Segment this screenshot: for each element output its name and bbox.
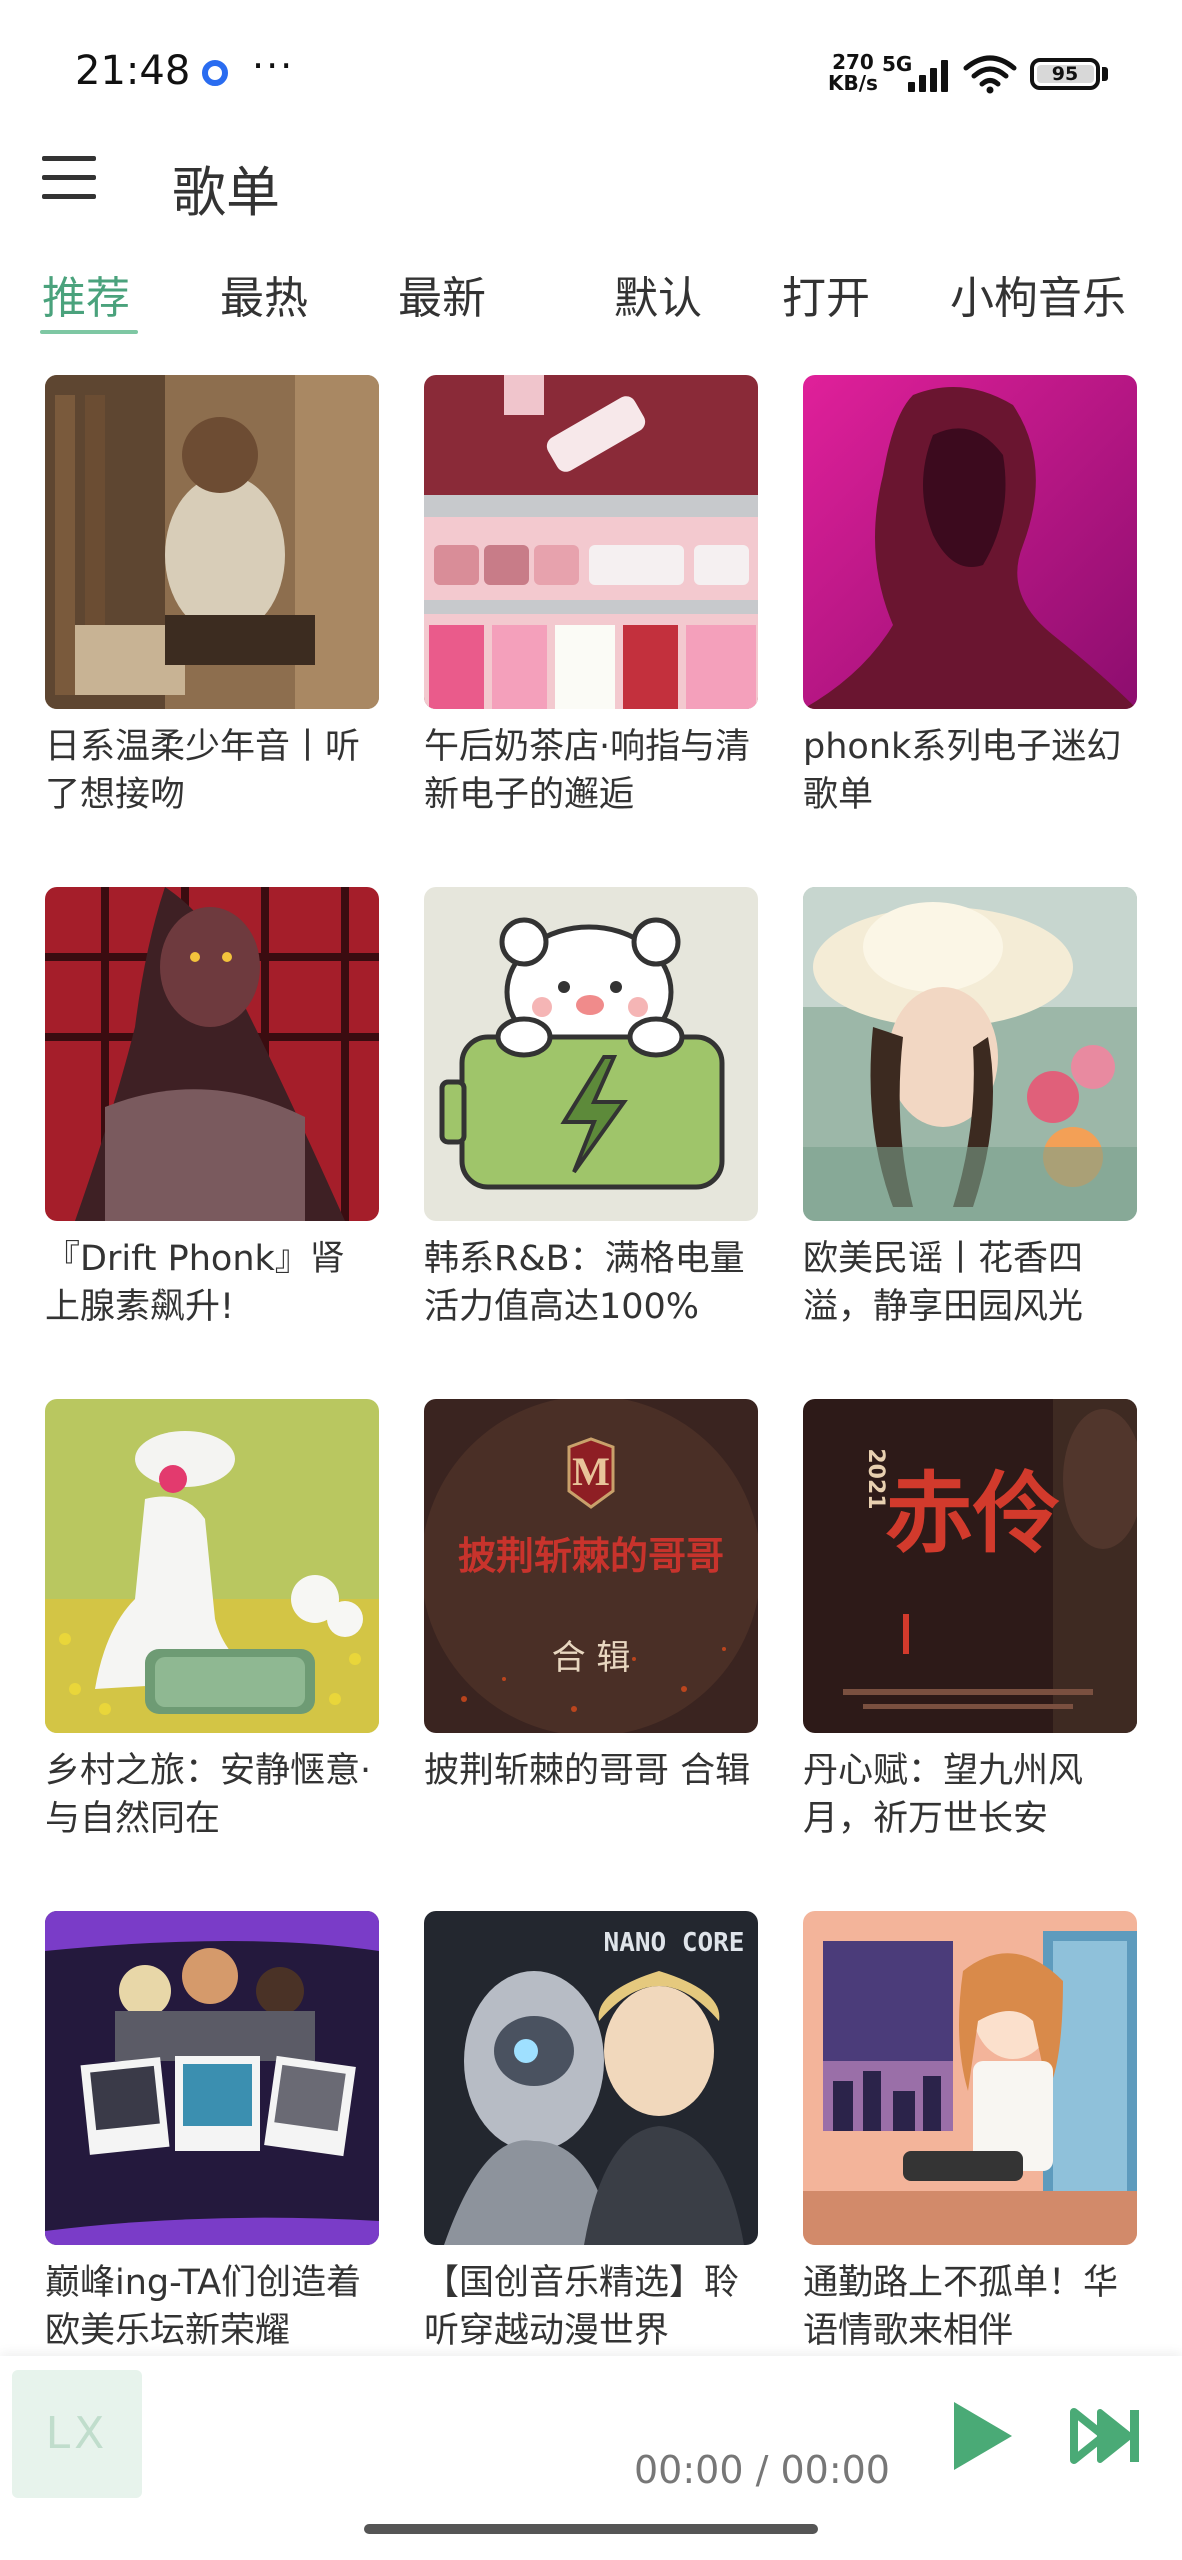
app-notification-icon (202, 60, 228, 86)
playlist-cover (45, 887, 379, 1221)
playlist-card[interactable]: 欧美民谣丨花香四溢，静享田园风光 (803, 887, 1137, 1331)
playlist-card[interactable]: 巅峰ing-TA们创造着欧美乐坛新荣耀 (45, 1911, 379, 2355)
battery-icon: 95 (1030, 58, 1100, 90)
battery-level: 95 (1051, 63, 1079, 85)
status-time: 21:48 (75, 48, 191, 94)
playlist-title: 韩系R&B：满格电量 活力值高达100% (424, 1239, 745, 1327)
playlist-title: 【国创音乐精选】聆听穿越动漫世界 (424, 2263, 740, 2351)
playlist-cover (803, 1911, 1137, 2245)
page-title: 歌单 (172, 161, 280, 224)
playlist-title: 丹心赋：望九州风月，祈万世长安 (803, 1751, 1084, 1839)
playlist-card[interactable]: 日系温柔少年音丨听了想接吻 (45, 375, 379, 819)
skip-next-icon[interactable] (1068, 2400, 1144, 2472)
playlist-card[interactable]: phonk系列电子迷幻歌单 (803, 375, 1137, 819)
playlist-title: 通勤路上不孤单！华语情歌来相伴 (803, 2263, 1119, 2351)
playlist-cover: NANO CORE (424, 1911, 758, 2245)
playlist-cover (424, 375, 758, 709)
playlist-cover (803, 887, 1137, 1221)
network-speed: 270 KB/s (828, 52, 878, 94)
playlist-card[interactable]: 午后奶茶店·响指与清新电子的邂逅 (424, 375, 758, 819)
playlist-title: 乡村之旅：安静惬意·与自然同在 (45, 1751, 372, 1839)
player-logo[interactable]: LX (12, 2370, 142, 2498)
cover-nano-core: NANO CORE (604, 1928, 745, 1958)
more-dots-icon: ··· (252, 44, 295, 88)
playlist-cover (45, 375, 379, 709)
playlist-cover (803, 375, 1137, 709)
playlist-card[interactable]: 韩系R&B：满格电量 活力值高达100% (424, 887, 758, 1331)
svg-text:M: M (572, 1449, 610, 1494)
cover-chixin-title: 赤伶 (885, 1461, 1061, 1565)
active-tab-indicator (40, 330, 138, 334)
tab-default[interactable]: 默认 (614, 262, 702, 326)
signal-icon (908, 60, 948, 92)
playlist-title: phonk系列电子迷幻歌单 (803, 727, 1122, 815)
playlist-title: 巅峰ing-TA们创造着欧美乐坛新荣耀 (45, 2263, 362, 2351)
cover-brothers-title: 披荆斩棘的哥哥 (458, 1534, 724, 1578)
playlist-cover: M 披荆斩棘的哥哥 合 辑 (424, 1399, 758, 1733)
playlist-title: 披荆斩棘的哥哥 合辑 (424, 1751, 751, 1791)
playlist-card[interactable]: NANO CORE 【国创音乐精选】聆听穿越动漫世界 (424, 1911, 758, 2355)
playlist-title: 日系温柔少年音丨听了想接吻 (45, 727, 361, 815)
playlist-card[interactable]: 2021 赤伶 丹心赋：望九州风月，祈万世长安 (803, 1399, 1137, 1843)
playlist-cover (45, 1399, 379, 1733)
playlist-card[interactable]: 『Drift Phonk』肾上腺素飙升! (45, 887, 379, 1331)
home-indicator[interactable] (364, 2524, 818, 2534)
tab-xiaogou-music[interactable]: 小枸音乐 (950, 262, 1126, 326)
battery-tip (1102, 67, 1108, 81)
playlist-card[interactable]: M 披荆斩棘的哥哥 合 辑 披荆斩棘的哥哥 合辑 (424, 1399, 758, 1843)
tab-open[interactable]: 打开 (782, 262, 870, 326)
tab-hottest[interactable]: 最热 (220, 262, 308, 326)
playlist-cover (424, 887, 758, 1221)
playlist-cover (45, 1911, 379, 2245)
network-speed-unit: KB/s (828, 71, 878, 95)
playlist-title: 欧美民谣丨花香四溢，静享田园风光 (803, 1239, 1084, 1327)
play-icon[interactable] (940, 2396, 1020, 2476)
hamburger-menu-icon[interactable] (42, 156, 100, 204)
tab-bar: 推荐 最热 最新 默认 打开 小枸音乐 (0, 262, 1182, 340)
playlist-cover: 2021 赤伶 (803, 1399, 1137, 1733)
status-bar: 21:48 ··· 270 KB/s 5G 95 (0, 0, 1182, 150)
tab-recommend[interactable]: 推荐 (42, 262, 130, 326)
player-time: 00:00 / 00:00 (634, 2448, 890, 2492)
playlist-card[interactable]: 乡村之旅：安静惬意·与自然同在 (45, 1399, 379, 1843)
wifi-icon (963, 55, 1017, 94)
network-speed-value: 270 (832, 50, 874, 74)
tab-newest[interactable]: 最新 (398, 262, 486, 326)
cover-brothers-subtitle: 合 辑 (552, 1638, 631, 1678)
playlist-title: 午后奶茶店·响指与清新电子的邂逅 (424, 727, 751, 815)
playlist-title: 『Drift Phonk』肾上腺素飙升! (45, 1239, 345, 1327)
playlist-card[interactable]: 通勤路上不孤单！华语情歌来相伴 (803, 1911, 1137, 2355)
